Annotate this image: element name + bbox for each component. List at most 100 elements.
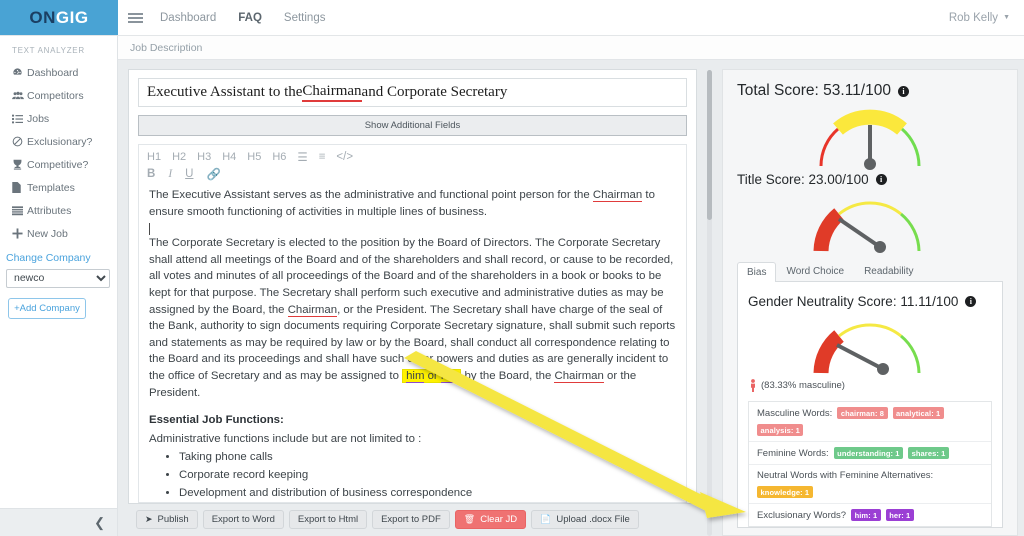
top-bar: ON GIG Dashboard FAQ Settings Rob Kelly ▼ (0, 0, 1024, 36)
code-icon[interactable]: </> (336, 151, 353, 163)
sidebar-item-label: Dashboard (27, 66, 79, 79)
p2-flagged-word-2: Chairman (554, 369, 604, 383)
clear-jd-label: Clear JD (480, 514, 518, 525)
change-company-link[interactable]: Change Company (0, 245, 117, 268)
nav-settings[interactable]: Settings (284, 12, 326, 24)
title-score-label: Title Score: 23.00/100 (737, 172, 869, 187)
h5-button[interactable]: H5 (247, 151, 261, 163)
info-icon[interactable]: i (897, 85, 909, 97)
essential-functions-heading: Essential Job Functions: (149, 414, 284, 427)
hl-separator: or (424, 369, 441, 382)
masculine-percentage-label: (83.33% masculine) (761, 380, 845, 391)
sidebar-item-jobs[interactable]: Jobs (0, 107, 117, 130)
bullet-list-icon[interactable]: ☰ (297, 150, 307, 164)
sidebar-items: Dashboard Competitors Jobs Exclusionary? (0, 61, 117, 508)
exclusionary-word-him: him (406, 369, 425, 383)
chevron-down-icon: ▼ (1003, 14, 1010, 21)
company-select[interactable]: newco (6, 268, 110, 288)
feminine-words-row: Feminine Words: understanding: 1 shares:… (749, 442, 991, 465)
scrollbar-thumb[interactable] (707, 70, 712, 220)
italic-button[interactable]: I (168, 168, 172, 180)
scrollbar-track[interactable] (707, 70, 712, 536)
sidebar-item-label: Jobs (27, 112, 50, 125)
upload-docx-label: Upload .docx File (556, 514, 630, 525)
export-to-word-button[interactable]: Export to Word (202, 510, 284, 529)
paragraph-2: The Corporate Secretary is elected to th… (149, 235, 676, 401)
add-company-button[interactable]: +Add Company (8, 297, 86, 319)
numbered-list-icon[interactable]: ≡ (319, 151, 326, 163)
company-select-wrap: newco (6, 268, 110, 288)
action-button-bar: ➤ Publish Export to Word Export to Html … (128, 504, 697, 536)
h1-button[interactable]: H1 (147, 151, 161, 163)
h4-button[interactable]: H4 (222, 151, 236, 163)
stack-icon (12, 205, 27, 216)
sidebar-item-attributes[interactable]: Attributes (0, 199, 117, 222)
h2-button[interactable]: H2 (172, 151, 186, 163)
word-chip[interactable]: her: 1 (885, 509, 914, 521)
sidebar-item-dashboard[interactable]: Dashboard (0, 61, 117, 84)
hamburger-icon[interactable] (118, 0, 152, 35)
exclusionary-words-label: Exclusionary Words? (757, 509, 847, 521)
editor-card: Executive Assistant to the Chairman and … (128, 69, 697, 504)
bias-tab-pane: Gender Neutrality Score: 11.11/100 i (83… (737, 282, 1003, 528)
list-item: Taking phone calls (179, 449, 676, 466)
sidebar-item-competitors[interactable]: Competitors (0, 84, 117, 107)
info-icon[interactable]: i (965, 296, 977, 307)
content-scrollbar[interactable] (705, 69, 714, 536)
document-content[interactable]: The Executive Assistant serves as the ad… (139, 184, 686, 502)
gender-neutrality-gauge (748, 309, 992, 379)
sidebar-item-templates[interactable]: Templates (0, 176, 117, 199)
top-spacer (325, 0, 948, 35)
export-to-html-button[interactable]: Export to Html (288, 510, 368, 529)
job-title-input[interactable]: Executive Assistant to the Chairman and … (138, 78, 687, 107)
sidebar-item-new-job[interactable]: New Job (0, 222, 117, 245)
tab-readability[interactable]: Readability (854, 261, 923, 281)
ongig-logo[interactable]: ON GIG (0, 0, 118, 35)
info-icon[interactable]: i (875, 174, 887, 185)
bold-button[interactable]: B (147, 168, 155, 180)
trash-icon: 🗑 (463, 514, 476, 524)
link-icon[interactable]: 🔗 (206, 167, 220, 181)
word-chip[interactable]: analysis: 1 (757, 424, 804, 436)
functions-lead: Administrative functions include but are… (149, 432, 422, 445)
word-chip[interactable]: understanding: 1 (833, 447, 904, 459)
logo-text-gig: GIG (55, 7, 89, 27)
sidebar: TEXT ANALYZER Dashboard Competitors Jobs… (0, 36, 118, 536)
user-menu[interactable]: Rob Kelly ▼ (949, 0, 1024, 35)
workspace: Executive Assistant to the Chairman and … (118, 60, 1024, 536)
user-name: Rob Kelly (948, 11, 999, 24)
word-chip[interactable]: him: 1 (851, 509, 881, 521)
h3-button[interactable]: H3 (197, 151, 211, 163)
publish-button[interactable]: ➤ Publish (136, 510, 198, 529)
person-icon (751, 379, 755, 392)
paragraph-1: The Executive Assistant serves as the ad… (149, 187, 676, 220)
gender-neutrality-title: Gender Neutrality Score: 11.11/100 i (748, 294, 992, 309)
word-chip[interactable]: shares: 1 (908, 447, 949, 459)
sidebar-item-exclusionary[interactable]: Exclusionary? (0, 130, 117, 153)
app-root: ON GIG Dashboard FAQ Settings Rob Kelly ▼… (0, 0, 1024, 536)
top-nav: Dashboard FAQ Settings (160, 0, 325, 35)
clear-jd-button[interactable]: 🗑 Clear JD (454, 510, 527, 529)
job-title-flagged-word: Chairman (302, 83, 362, 102)
nav-dashboard[interactable]: Dashboard (160, 12, 216, 24)
nav-faq[interactable]: FAQ (238, 12, 262, 24)
export-to-pdf-button[interactable]: Export to PDF (372, 510, 450, 529)
sidebar-collapse-button[interactable]: ❮ (0, 508, 117, 536)
p1-flagged-word: Chairman (592, 189, 643, 202)
underline-button[interactable]: U (185, 168, 193, 180)
upload-docx-button[interactable]: 📄 Upload .docx File (531, 510, 639, 529)
feminine-words-label: Feminine Words: (757, 447, 829, 459)
tab-word-choice[interactable]: Word Choice (776, 261, 854, 281)
word-chip[interactable]: analytical: 1 (892, 407, 944, 419)
show-additional-fields-button[interactable]: Show Additional Fields (138, 115, 687, 136)
h6-button[interactable]: H6 (272, 151, 286, 163)
word-chip[interactable]: knowledge: 1 (757, 486, 813, 498)
total-score-label: Total Score: 53.11/100 (737, 82, 891, 99)
tab-bias[interactable]: Bias (737, 262, 777, 282)
exclusionary-word-her: her (440, 369, 458, 383)
sidebar-item-competitive[interactable]: Competitive? (0, 153, 117, 176)
word-chip[interactable]: chairman: 8 (837, 407, 888, 419)
p2-text-c: by the Board, the (461, 369, 555, 382)
total-score-gauge (737, 100, 1003, 172)
editor-column: Executive Assistant to the Chairman and … (128, 69, 697, 536)
